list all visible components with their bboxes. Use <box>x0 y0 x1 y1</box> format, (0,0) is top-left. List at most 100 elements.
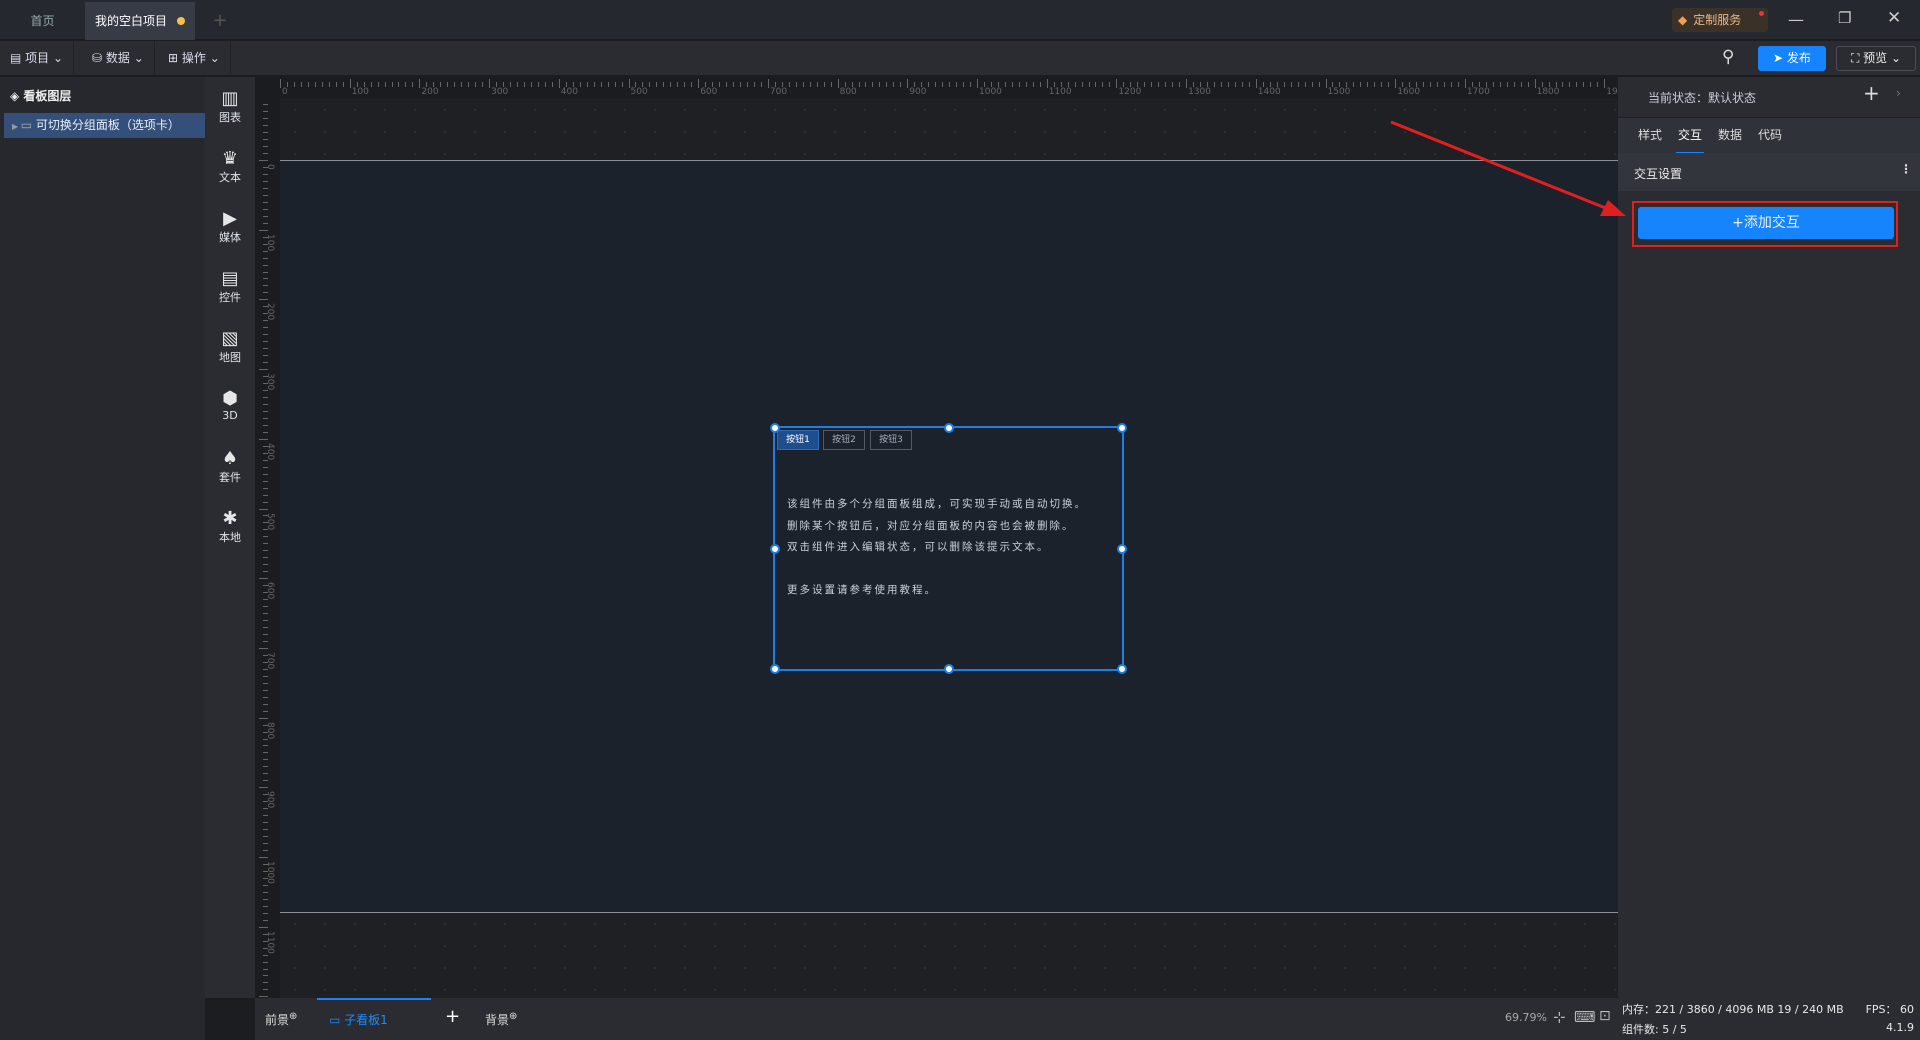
ruler-label: 500 <box>630 87 648 97</box>
ruler-tick <box>865 82 867 87</box>
layer-item[interactable]: ▶ ▭ 可切换分组面板（选项卡） <box>4 113 205 138</box>
tab-label: 我的空白项目 <box>94 14 167 28</box>
component-count: 组件数: 5 / 5 <box>1622 1023 1687 1036</box>
add-circle-icon[interactable]: ⊕ <box>509 1011 517 1022</box>
ruler-tick <box>740 82 742 87</box>
library-item-3[interactable]: ▤ 控件 <box>205 269 255 305</box>
menu-project[interactable]: ▤ 项目 ⌄ <box>0 41 75 76</box>
close-icon[interactable]: ✕ <box>1887 8 1901 28</box>
version: 4.1.9 <box>1886 1021 1914 1034</box>
ruler-tick <box>1527 82 1529 87</box>
ruler-label: 300 <box>491 87 509 97</box>
ruler-tick <box>1360 82 1362 87</box>
ruler-tick <box>1234 82 1236 87</box>
expand-arrow-icon[interactable]: ▶ <box>12 122 21 131</box>
preview-button[interactable]: ⛶ 预览 ⌄ <box>1836 46 1916 71</box>
component-tab-3[interactable]: 按钮3 <box>870 430 912 450</box>
fit-screen-icon[interactable]: ⊹ <box>1553 1008 1566 1026</box>
layers-icon: ◈ <box>10 89 24 103</box>
ruler-tick <box>1423 82 1425 87</box>
add-tab-button[interactable]: + <box>205 2 235 40</box>
foreground-tab[interactable]: 前景⊕ <box>265 1011 297 1028</box>
menu-operation[interactable]: ⊞ 操作 ⌄ <box>158 41 231 76</box>
ruler-tick <box>263 710 268 712</box>
layers-title: ◈ 看板图层 <box>10 87 71 104</box>
ruler-tick <box>263 815 268 817</box>
board-tab-active[interactable]: ▭ 子看板1 <box>317 998 431 1040</box>
library-item-2[interactable]: ▶ 媒体 <box>205 209 255 245</box>
ruler-tick <box>263 355 268 357</box>
ruler-tick <box>1255 79 1257 88</box>
tab-project[interactable]: 我的空白项目 <box>85 2 195 40</box>
tab-home[interactable]: 首页 <box>0 2 85 40</box>
more-options-icon[interactable]: ⋮ <box>1900 162 1912 176</box>
component-tab-1[interactable]: 按钮1 <box>777 430 819 450</box>
custom-service-button[interactable]: ◆ 定制服务 <box>1672 8 1768 32</box>
media-icon: ▶ <box>223 208 237 229</box>
library-item-1[interactable]: ♛ 文本 <box>205 149 255 185</box>
resize-handle[interactable] <box>1117 543 1127 554</box>
add-interaction-button[interactable]: +添加交互 <box>1638 207 1894 239</box>
restore-icon[interactable]: ❐ <box>1838 9 1851 27</box>
tab-0[interactable]: 样式 <box>1636 118 1664 154</box>
ruler-tick <box>259 926 268 928</box>
tab-1[interactable]: 交互 <box>1676 118 1705 154</box>
ruler-tick <box>1283 82 1285 87</box>
ruler-tick <box>412 82 414 87</box>
resize-handle[interactable] <box>770 423 780 433</box>
component-tab-2[interactable]: 按钮2 <box>823 430 865 450</box>
library-item-6[interactable]: ♠ 套件 <box>205 449 255 485</box>
ruler-tick <box>263 891 268 893</box>
ruler-tick <box>263 822 268 824</box>
resize-handle[interactable] <box>943 423 954 433</box>
resize-handle[interactable] <box>1117 664 1127 674</box>
ruler-tick <box>263 829 268 831</box>
ruler-tick <box>475 82 477 87</box>
resize-handle[interactable] <box>1117 423 1127 433</box>
ruler-tick <box>1450 82 1452 87</box>
ruler-tick <box>263 550 268 552</box>
ruler-tick <box>263 780 268 782</box>
ruler-tick <box>1464 79 1466 88</box>
ruler-tick <box>454 82 456 87</box>
library-item-5[interactable]: ⬢ 3D <box>205 389 255 423</box>
ruler-tick <box>259 229 268 231</box>
ruler-tick <box>263 696 268 698</box>
tab-panel-icon: ▭ <box>20 118 36 132</box>
ruler-tick <box>263 480 268 482</box>
chevron-right-icon[interactable]: › <box>1896 86 1901 100</box>
resize-handle[interactable] <box>770 664 780 674</box>
unsaved-dot <box>177 17 185 25</box>
background-tab[interactable]: 背景⊕ <box>485 1011 517 1028</box>
ruler-tick <box>342 82 344 87</box>
menu-data[interactable]: ⛁ 数据 ⌄ <box>82 41 155 76</box>
add-circle-icon[interactable]: ⊕ <box>289 1011 297 1022</box>
ruler-tick <box>263 132 268 134</box>
zoom-level[interactable]: 69.79% <box>1505 1011 1547 1024</box>
minimize-icon[interactable]: — <box>1788 10 1804 29</box>
tab-3[interactable]: 代码 <box>1756 118 1784 154</box>
add-board-button[interactable]: + <box>445 1006 460 1027</box>
add-state-icon[interactable]: + <box>1863 81 1880 105</box>
ruler-tick <box>259 717 268 719</box>
ruler-tick <box>1499 82 1501 87</box>
ruler-tick <box>1492 82 1494 87</box>
library-item-7[interactable]: ✱ 本地 <box>205 509 255 545</box>
ruler-tick <box>1046 79 1048 88</box>
library-item-4[interactable]: ▧ 地图 <box>205 329 255 365</box>
library-item-0[interactable]: ▥ 图表 <box>205 89 255 125</box>
terminal-icon[interactable]: ⊡ <box>1599 1008 1611 1024</box>
ruler-tick <box>1562 82 1564 87</box>
resize-handle[interactable] <box>770 543 780 554</box>
publish-button[interactable]: ➤ 发布 <box>1758 46 1826 71</box>
search-icon[interactable]: ⚲ <box>1722 47 1734 67</box>
keyboard-icon[interactable]: ⌨ <box>1574 1008 1596 1026</box>
tab-2[interactable]: 数据 <box>1716 118 1744 154</box>
ruler-tick <box>263 424 268 426</box>
ruler-tick <box>263 919 268 921</box>
ruler-tick <box>607 82 609 87</box>
ruler-tick <box>321 82 323 87</box>
tab-panel-component[interactable]: 按钮1 按钮2 按钮3 该组件由多个分组面板组成，可实现手动或自动切换。 删除某个… <box>770 423 1127 674</box>
ruler-label: 400 <box>265 442 275 460</box>
resize-handle[interactable] <box>943 664 954 674</box>
